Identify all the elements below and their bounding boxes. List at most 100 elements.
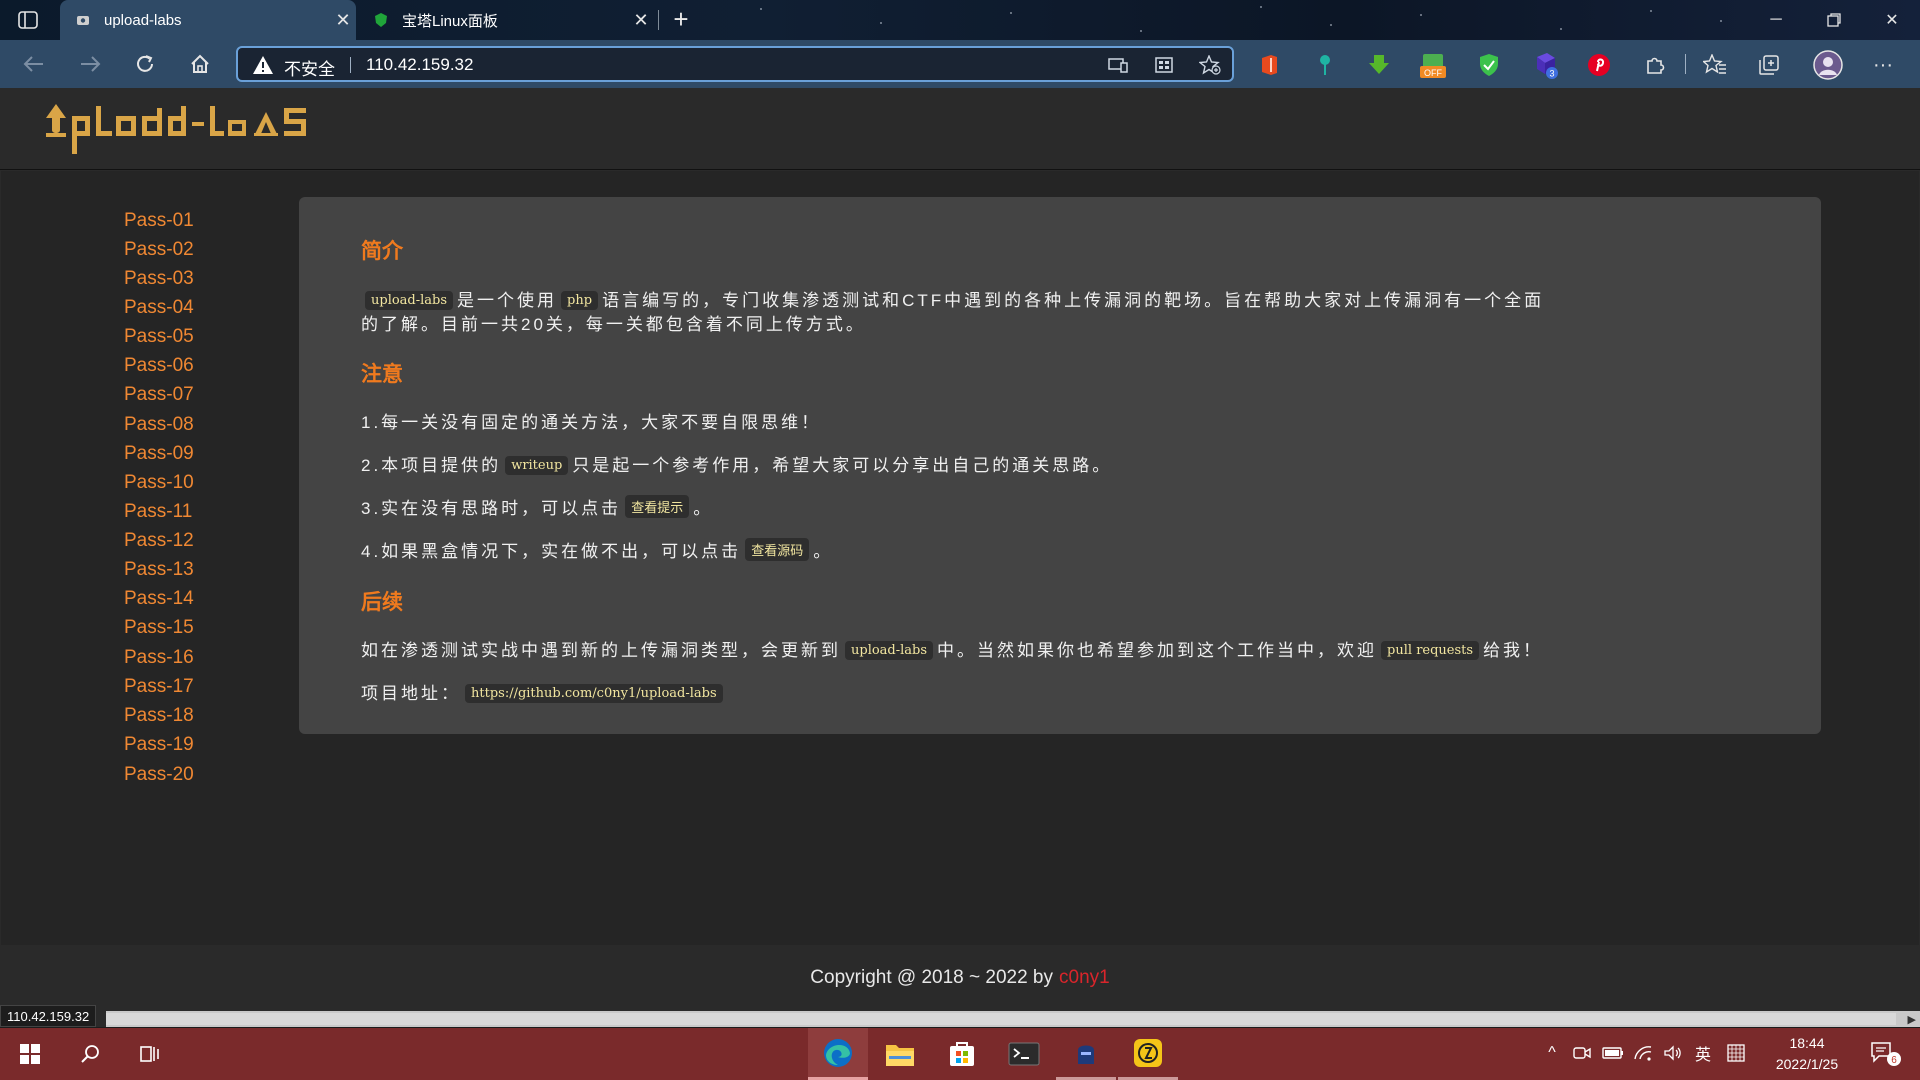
show-source-link[interactable]: 查看源码 — [745, 538, 810, 561]
back-button[interactable] — [16, 48, 52, 80]
pin-extension-icon[interactable] — [1310, 50, 1340, 80]
favorites-icon[interactable] — [1700, 50, 1730, 80]
nav-pass-10[interactable]: Pass-10 — [124, 468, 244, 497]
site-logo[interactable] — [44, 100, 334, 160]
nav-pass-17[interactable]: Pass-17 — [124, 672, 244, 701]
nav-pass-02[interactable]: Pass-02 — [124, 235, 244, 264]
svg-text:3: 3 — [1549, 69, 1554, 79]
yellow-app-icon[interactable] — [1118, 1028, 1178, 1080]
tab-title: upload-labs — [104, 11, 182, 29]
project-url-link[interactable]: https://github.com/c0ny1/upload-labs — [465, 684, 723, 703]
page-favicon-icon — [74, 11, 92, 29]
show-hidden-icons-icon[interactable]: ^ — [1540, 1040, 1564, 1066]
show-hint-link[interactable]: 查看提示 — [625, 495, 690, 518]
cube-extension-icon[interactable]: 3 — [1530, 50, 1560, 80]
ime-language-indicator[interactable]: 英 — [1690, 1040, 1716, 1066]
close-tab-icon[interactable]: ✕ — [330, 10, 356, 31]
tab-actions-icon[interactable] — [16, 9, 40, 31]
url-text[interactable]: 110.42.159.32 — [366, 55, 473, 75]
address-divider — [350, 57, 351, 73]
app-taskbar-icon[interactable] — [1056, 1028, 1116, 1080]
code-pull-requests: pull requests — [1381, 641, 1480, 660]
shield-extension-icon[interactable] — [1474, 50, 1504, 80]
toolbar-separator — [1685, 54, 1686, 74]
intro-line-2: 的了解。目前一共20关，每一关都包含着不同上传方式。 — [361, 315, 866, 334]
new-tab-button[interactable]: + — [666, 4, 696, 34]
forward-button[interactable] — [72, 48, 108, 80]
nav-pass-18[interactable]: Pass-18 — [124, 701, 244, 730]
home-button[interactable] — [182, 48, 218, 80]
close-tab-icon[interactable]: ✕ — [628, 10, 654, 31]
nav-pass-19[interactable]: Pass-19 — [124, 730, 244, 759]
clock-time: 18:44 — [1789, 1035, 1825, 1051]
meet-now-icon[interactable] — [1570, 1040, 1594, 1066]
nav-pass-12[interactable]: Pass-12 — [124, 526, 244, 555]
ime-mode-icon[interactable] — [1722, 1040, 1750, 1066]
battery-icon[interactable] — [1600, 1040, 1626, 1066]
nav-pass-16[interactable]: Pass-16 — [124, 643, 244, 672]
security-label[interactable]: 不安全 — [284, 55, 335, 80]
download-extension-icon[interactable] — [1364, 50, 1394, 80]
app-available-icon[interactable] — [1106, 54, 1130, 76]
office-extension-icon[interactable] — [1254, 50, 1284, 80]
adblock-off-extension-icon[interactable]: OFF — [1418, 50, 1448, 80]
code-php: php — [561, 291, 599, 310]
intro-heading: 简介 — [361, 240, 403, 263]
nav-pass-07[interactable]: Pass-07 — [124, 380, 244, 409]
nav-pass-13[interactable]: Pass-13 — [124, 555, 244, 584]
file-explorer-icon[interactable] — [870, 1028, 930, 1080]
refresh-button[interactable] — [127, 48, 163, 80]
nav-pass-09[interactable]: Pass-09 — [124, 439, 244, 468]
nav-pass-05[interactable]: Pass-05 — [124, 322, 244, 351]
settings-more-icon[interactable]: ··· — [1868, 50, 1898, 80]
close-window-button[interactable]: ✕ — [1864, 0, 1920, 40]
horizontal-scrollbar[interactable]: ▶ — [106, 1011, 1920, 1027]
extensions-puzzle-icon[interactable] — [1640, 50, 1670, 80]
wifi-icon[interactable] — [1630, 1040, 1656, 1066]
tab-upload-labs[interactable]: upload-labs ✕ — [60, 0, 356, 40]
terminal-icon[interactable] — [994, 1028, 1054, 1080]
nav-pass-14[interactable]: Pass-14 — [124, 584, 244, 613]
notice-heading: 注意 — [361, 363, 403, 386]
notice-item-1: 1.每一关没有固定的通关方法，大家不要自限思维！ — [361, 413, 822, 432]
scrollbar-thumb[interactable] — [106, 1013, 1896, 1025]
tab-bt-panel[interactable]: 宝塔Linux面板 ✕ — [358, 0, 654, 40]
task-view-icon[interactable] — [122, 1028, 178, 1080]
code-upload-labs: upload-labs — [845, 641, 934, 660]
notification-center-icon[interactable]: 6 — [1866, 1038, 1906, 1068]
svg-text:OFF: OFF — [1424, 68, 1442, 78]
search-icon[interactable] — [62, 1028, 118, 1080]
notice-item-4: 4.如果黑盒情况下，实在做不出，可以点击 查看源码。 — [361, 537, 833, 562]
nav-pass-01[interactable]: Pass-01 — [124, 206, 244, 235]
notice-item-2: 2.本项目提供的 writeup 只是起一个参考作用，希望大家可以分享出自己的通关思… — [361, 456, 1113, 475]
nav-pass-04[interactable]: Pass-04 — [124, 293, 244, 322]
nav-pass-03[interactable]: Pass-03 — [124, 264, 244, 293]
nav-pass-06[interactable]: Pass-06 — [124, 351, 244, 380]
code-upload-labs: upload-labs — [365, 291, 454, 310]
bt-panel-favicon-icon — [372, 11, 390, 29]
scroll-right-icon[interactable]: ▶ — [1908, 1013, 1916, 1026]
immersive-reader-icon[interactable] — [1152, 54, 1176, 76]
volume-icon[interactable] — [1660, 1040, 1686, 1066]
microsoft-store-icon[interactable] — [932, 1028, 992, 1080]
tab-title: 宝塔Linux面板 — [402, 12, 498, 30]
pinterest-extension-icon[interactable] — [1584, 50, 1614, 80]
warning-icon[interactable] — [252, 55, 274, 75]
taskbar-clock[interactable]: 18:44 2022/1/25 — [1762, 1033, 1852, 1075]
restore-button[interactable] — [1806, 0, 1862, 40]
author-link[interactable]: c0ny1 — [1059, 967, 1110, 989]
site-footer: Copyright @ 2018 ~ 2022 by c0ny1 — [0, 946, 1920, 1010]
collections-icon[interactable] — [1754, 50, 1784, 80]
notice-item-3: 3.实在没有思路时，可以点击 查看提示。 — [361, 494, 713, 519]
nav-pass-15[interactable]: Pass-15 — [124, 613, 244, 642]
address-bar[interactable]: 不安全 110.42.159.32 — [236, 46, 1234, 82]
minimize-button[interactable]: ─ — [1748, 0, 1804, 40]
edge-taskbar-icon[interactable] — [808, 1028, 868, 1080]
add-favorite-icon[interactable] — [1198, 54, 1222, 76]
nav-pass-11[interactable]: Pass-11 — [124, 497, 244, 526]
profile-avatar[interactable] — [1812, 49, 1844, 81]
code-writeup: writeup — [505, 456, 569, 475]
nav-pass-08[interactable]: Pass-08 — [124, 410, 244, 439]
start-button[interactable] — [2, 1028, 58, 1080]
nav-pass-20[interactable]: Pass-20 — [124, 760, 244, 789]
